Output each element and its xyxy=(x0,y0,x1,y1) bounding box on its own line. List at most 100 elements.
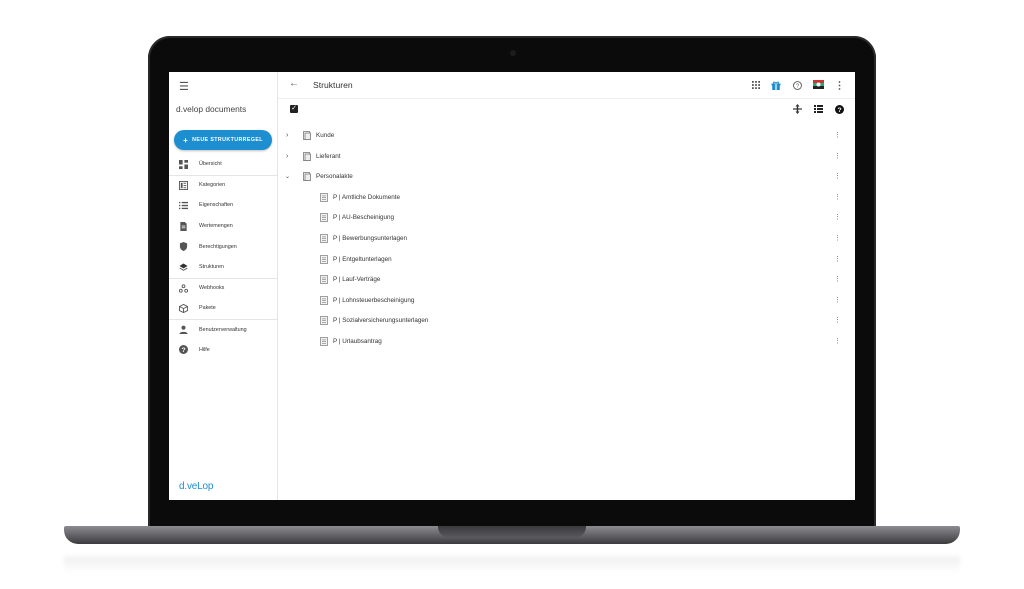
row-menu-icon[interactable]: ⋮ xyxy=(834,193,841,201)
svg-text:?: ? xyxy=(837,106,841,113)
app-title: d.velop documents xyxy=(176,104,247,114)
top-bar: ← Strukturen ? xyxy=(278,72,855,99)
sidebar-item-packages[interactable]: Pakete xyxy=(169,298,277,319)
folder-document-icon xyxy=(303,171,311,181)
help-circle-icon[interactable]: ? xyxy=(791,80,803,90)
sidebar-item-label: Kategorien xyxy=(199,182,226,189)
brand-logo: d.veLop xyxy=(179,481,214,492)
camera xyxy=(510,50,516,56)
help-filled-icon[interactable]: ? xyxy=(833,104,845,114)
sidebar-nav: Übersicht Kategorien Eigenschaften Werte… xyxy=(169,154,277,360)
row-menu-icon[interactable]: ⋮ xyxy=(834,255,841,263)
tree-row-label: Personalakte xyxy=(316,172,353,180)
document-icon xyxy=(320,336,328,346)
row-menu-icon[interactable]: ⋮ xyxy=(834,213,841,221)
tree-row-child[interactable]: P | Lauf-Verträge ⋮ xyxy=(278,269,855,289)
user-avatar-icon[interactable] xyxy=(812,79,824,89)
new-structure-rule-label: NEUE STRUKTURREGEL xyxy=(192,137,263,143)
tree-row-child[interactable]: P | Lohnsteuerbescheinigung ⋮ xyxy=(278,290,855,310)
tree-row-label: P | Sozialversicherungsunterlagen xyxy=(333,316,429,324)
shield-icon xyxy=(179,242,188,252)
row-menu-icon[interactable]: ⋮ xyxy=(834,234,841,242)
sidebar-item-user-management[interactable]: Benutzerverwaltung xyxy=(169,318,277,340)
row-menu-icon[interactable]: ⋮ xyxy=(834,152,841,160)
sidebar-item-label: Strukturen xyxy=(199,264,224,271)
package-icon xyxy=(179,303,188,313)
chevron-down-icon[interactable]: ⌄ xyxy=(285,173,290,180)
tree-row-label: P | Lohnsteuerbescheinigung xyxy=(333,296,415,304)
list-icon xyxy=(179,201,188,210)
tree-row-label: P | Entgeltunterlagen xyxy=(333,255,392,263)
row-menu-icon[interactable]: ⋮ xyxy=(834,131,841,139)
tree-row-label: P | Urlaubsantrag xyxy=(333,337,382,345)
sidebar-item-label: Eigenschaften xyxy=(199,202,234,209)
sidebar-item-permissions[interactable]: Berechtigungen xyxy=(169,236,277,257)
document-icon xyxy=(320,274,328,284)
layers-icon xyxy=(179,263,188,272)
row-menu-icon[interactable]: ⋮ xyxy=(834,296,841,304)
new-structure-rule-button[interactable]: + NEUE STRUKTURREGEL xyxy=(174,130,272,150)
document-icon xyxy=(320,192,328,202)
laptop-notch xyxy=(438,526,586,537)
row-menu-icon[interactable]: ⋮ xyxy=(834,316,841,324)
move-icon[interactable] xyxy=(791,104,803,114)
tree-row-root[interactable]: ⌄ Personalakte ⋮ xyxy=(278,166,855,186)
tree-row-label: Lieferant xyxy=(316,152,341,160)
document-icon xyxy=(320,254,328,264)
document-icon xyxy=(320,315,328,325)
sidebar-item-categories[interactable]: Kategorien xyxy=(169,174,277,196)
chevron-right-icon[interactable]: › xyxy=(286,153,288,160)
main-content: ← Strukturen ? ✓ ? › Kunde ⋮ › Lieferant… xyxy=(278,72,855,500)
tree-toolbar: ✓ ? xyxy=(278,102,855,116)
document-icon xyxy=(320,295,328,305)
page-title: Strukturen xyxy=(313,80,353,90)
tree-row-child[interactable]: P | Sozialversicherungsunterlagen ⋮ xyxy=(278,310,855,330)
view-list-icon[interactable] xyxy=(812,104,824,114)
sidebar-item-structures[interactable]: Strukturen xyxy=(169,257,277,278)
tree-row-label: Kunde xyxy=(316,131,335,139)
tree-row-root[interactable]: › Lieferant ⋮ xyxy=(278,146,855,166)
sidebar-item-properties[interactable]: Eigenschaften xyxy=(169,195,277,216)
row-menu-icon[interactable]: ⋮ xyxy=(834,275,841,283)
app-window: ☰ d.velop documents + NEUE STRUKTURREGEL… xyxy=(169,72,855,500)
back-arrow-icon[interactable]: ← xyxy=(289,78,299,89)
tree-row-root[interactable]: › Kunde ⋮ xyxy=(278,125,855,145)
menu-icon[interactable]: ☰ xyxy=(179,80,189,93)
chevron-right-icon[interactable]: › xyxy=(286,132,288,139)
tree-row-child[interactable]: P | Entgeltunterlagen ⋮ xyxy=(278,249,855,269)
plus-icon: + xyxy=(183,135,189,145)
document-icon xyxy=(320,233,328,243)
folder-document-icon xyxy=(303,151,311,161)
sidebar-item-label: Pakete xyxy=(199,305,216,312)
webhook-icon xyxy=(179,284,188,293)
tree-row-label: P | Bewerbungsunterlagen xyxy=(333,234,407,242)
category-icon xyxy=(179,180,188,190)
tree-row-label: P | Lauf-Verträge xyxy=(333,275,381,283)
help-icon: ? xyxy=(179,345,188,355)
tree-row-label: P | Amtliche Dokumente xyxy=(333,193,400,201)
sidebar-item-label: Übersicht xyxy=(199,161,222,168)
sidebar-item-overview[interactable]: Übersicht xyxy=(169,154,277,175)
tree-row-label: P | AU-Bescheinigung xyxy=(333,213,395,221)
document-icon xyxy=(320,212,328,222)
dashboard-icon xyxy=(179,159,188,169)
tree-row-child[interactable]: P | AU-Bescheinigung ⋮ xyxy=(278,207,855,227)
sidebar-item-value-sets[interactable]: Wertemengen xyxy=(169,216,277,237)
sidebar: ☰ d.velop documents + NEUE STRUKTURREGEL… xyxy=(169,72,278,500)
sidebar-item-webhooks[interactable]: Webhooks xyxy=(169,277,277,299)
document-icon xyxy=(179,221,188,231)
row-menu-icon[interactable]: ⋮ xyxy=(834,337,841,345)
tree-row-child[interactable]: P | Bewerbungsunterlagen ⋮ xyxy=(278,228,855,248)
sidebar-item-help[interactable]: ? Hilfe xyxy=(169,339,277,360)
row-menu-icon[interactable]: ⋮ xyxy=(834,172,841,180)
person-icon xyxy=(179,325,188,335)
tree-row-child[interactable]: P | Amtliche Dokumente ⋮ xyxy=(278,187,855,207)
folder-document-icon xyxy=(303,130,311,140)
more-vert-icon[interactable] xyxy=(833,80,845,90)
gift-icon[interactable] xyxy=(770,80,782,90)
select-all-checkbox[interactable]: ✓ xyxy=(290,105,298,113)
apps-grid-icon[interactable] xyxy=(750,80,762,90)
tree-row-child[interactable]: P | Urlaubsantrag ⋮ xyxy=(278,331,855,351)
sidebar-item-label: Webhooks xyxy=(199,285,225,292)
sidebar-item-label: Hilfe xyxy=(199,346,210,353)
